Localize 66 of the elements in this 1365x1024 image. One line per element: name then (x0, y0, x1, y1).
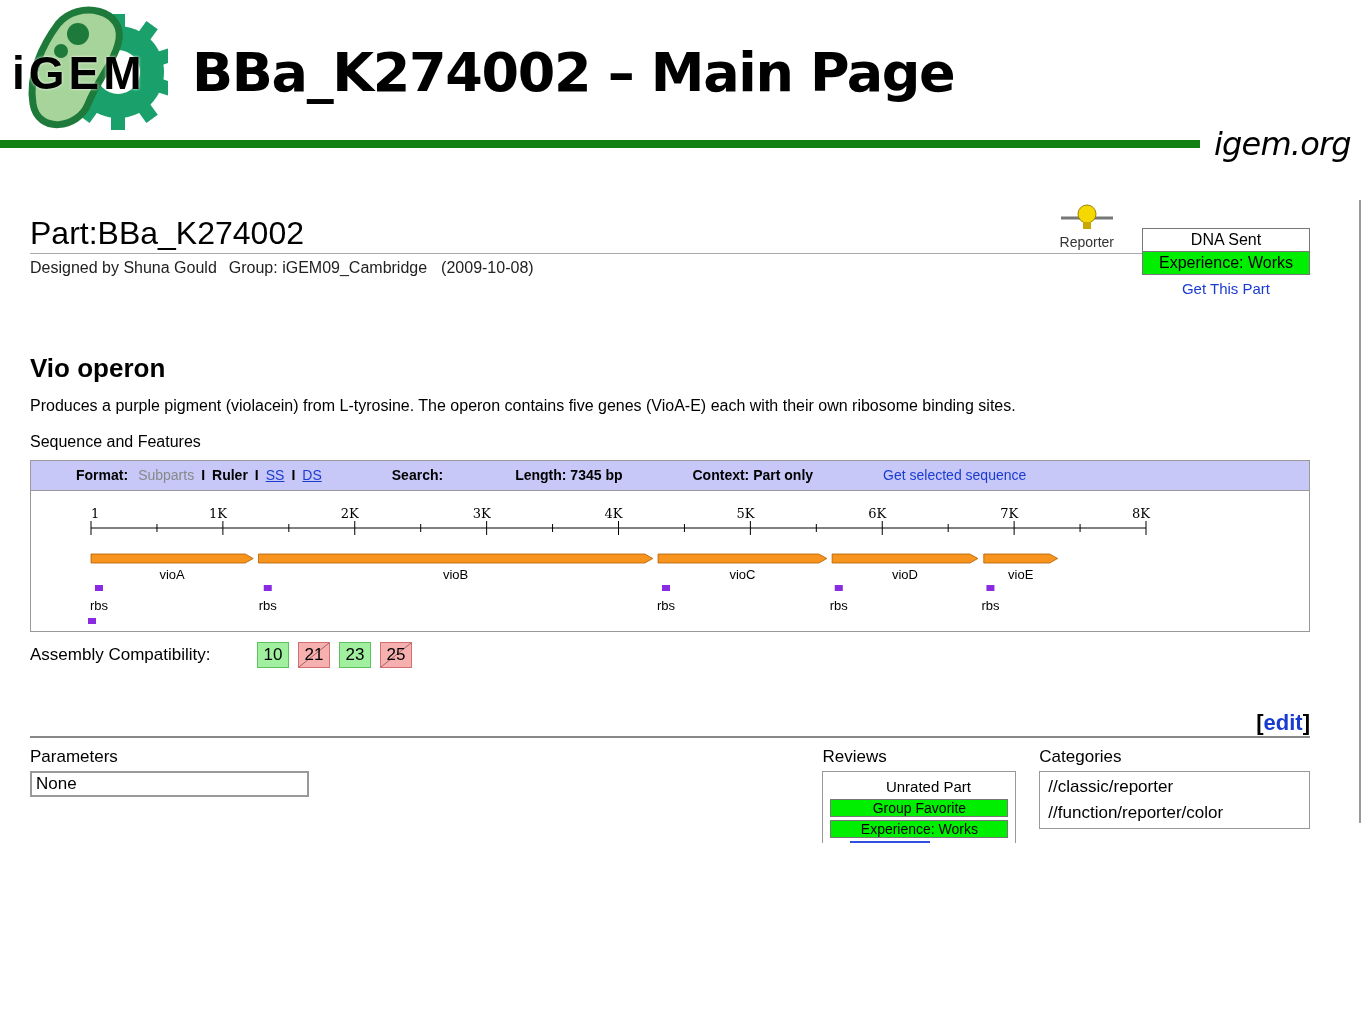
compatibility-badge: 23 (339, 641, 371, 668)
rbs-marker[interactable] (88, 617, 96, 624)
rbs-label: rbs (829, 597, 848, 613)
compatibility-badge: 21 (298, 641, 330, 668)
date-text: (2009-10-08) (441, 258, 534, 278)
ruler-label: 2K (340, 505, 359, 521)
ruler-option[interactable]: Ruler (212, 464, 248, 486)
review-badge: Group Favorite (830, 799, 1009, 817)
context-text: Context: Part only (692, 465, 814, 485)
compatibility-badge: 25 (380, 641, 412, 668)
separator-text: I (254, 465, 259, 485)
rbs-marker[interactable] (986, 584, 995, 591)
rbs-marker[interactable] (94, 584, 103, 591)
part-name-heading: Vio operon (30, 351, 167, 385)
gene-label: vioD (892, 566, 918, 582)
section-heading: Sequence and Features (30, 431, 202, 452)
compatibility-badge: 10 (257, 641, 289, 668)
get-part-link[interactable]: Get This Part (1181, 278, 1270, 301)
gene-label: vioC (729, 566, 756, 582)
assembly-label: Assembly Compatibility: (30, 643, 212, 666)
parameters-box: None (30, 771, 309, 797)
rbs-label: rbs (657, 597, 676, 613)
rbs-marker[interactable] (834, 584, 843, 591)
rbs-label: rbs (258, 597, 277, 613)
ruler-label: 5K (736, 505, 755, 521)
length-text: Length: 7345 bp (515, 465, 623, 485)
rating-text: Unrated Part (884, 778, 972, 796)
search-label: Search: (391, 465, 444, 485)
category-text[interactable]: //function/reporter/color (1048, 800, 1301, 826)
ruler-label: 7K (1000, 505, 1019, 521)
category-text[interactable]: //classic/reporter (1048, 774, 1301, 800)
rbs-label: rbs (981, 597, 1000, 613)
gene-arrow[interactable] (983, 553, 1059, 563)
bracket-text: [ (1256, 711, 1264, 734)
light-bulb-icon (1060, 202, 1113, 232)
part-description: Produces a purple pigment (violacein) from L-tyrosine. The operon contains five genes (VioA-E) each with their own ribosome binding sites. (30, 395, 1017, 416)
ruler-label: 4K (604, 505, 623, 521)
status-label: Experience: Works (1143, 251, 1309, 274)
gene-label: vioB (443, 566, 469, 582)
get-sequence-link[interactable]: Get selected sequence (883, 464, 1027, 486)
ds-link[interactable]: DS (302, 464, 322, 486)
ruler-label: 1K (208, 505, 227, 521)
gene-label: vioA (159, 566, 185, 582)
group-text: Group: iGEM09_Cambridge (228, 258, 428, 278)
ruler-label: 3K (472, 505, 491, 521)
part-type-label: Reporter (1059, 233, 1114, 252)
part-title: Part:BBa_K274002 (30, 214, 304, 253)
separator-text: I (201, 465, 206, 485)
separator-text: I (291, 465, 296, 485)
gene-label: vioE (1008, 566, 1034, 582)
designer-text: Designed by Shuna Gould (30, 258, 217, 278)
ss-link[interactable]: SS (265, 464, 285, 486)
edit-link[interactable]: edit (1263, 711, 1303, 734)
rbs-marker[interactable] (662, 584, 670, 591)
bracket-text: ] (1302, 711, 1310, 734)
reviews-heading: Reviews (822, 745, 888, 768)
ruler-label: 6K (868, 505, 887, 521)
review-badge: Experience: Works (830, 820, 1009, 838)
ruler-label: 1 (91, 505, 100, 521)
format-label: Format: (76, 465, 129, 485)
ruler-label: 8K (1132, 505, 1150, 521)
categories-heading: Categories (1039, 745, 1123, 768)
site-name: igem.org (1214, 124, 1351, 165)
rbs-label: rbs (89, 597, 108, 613)
parameters-heading: Parameters (30, 745, 119, 768)
rbs-marker[interactable] (263, 584, 272, 591)
